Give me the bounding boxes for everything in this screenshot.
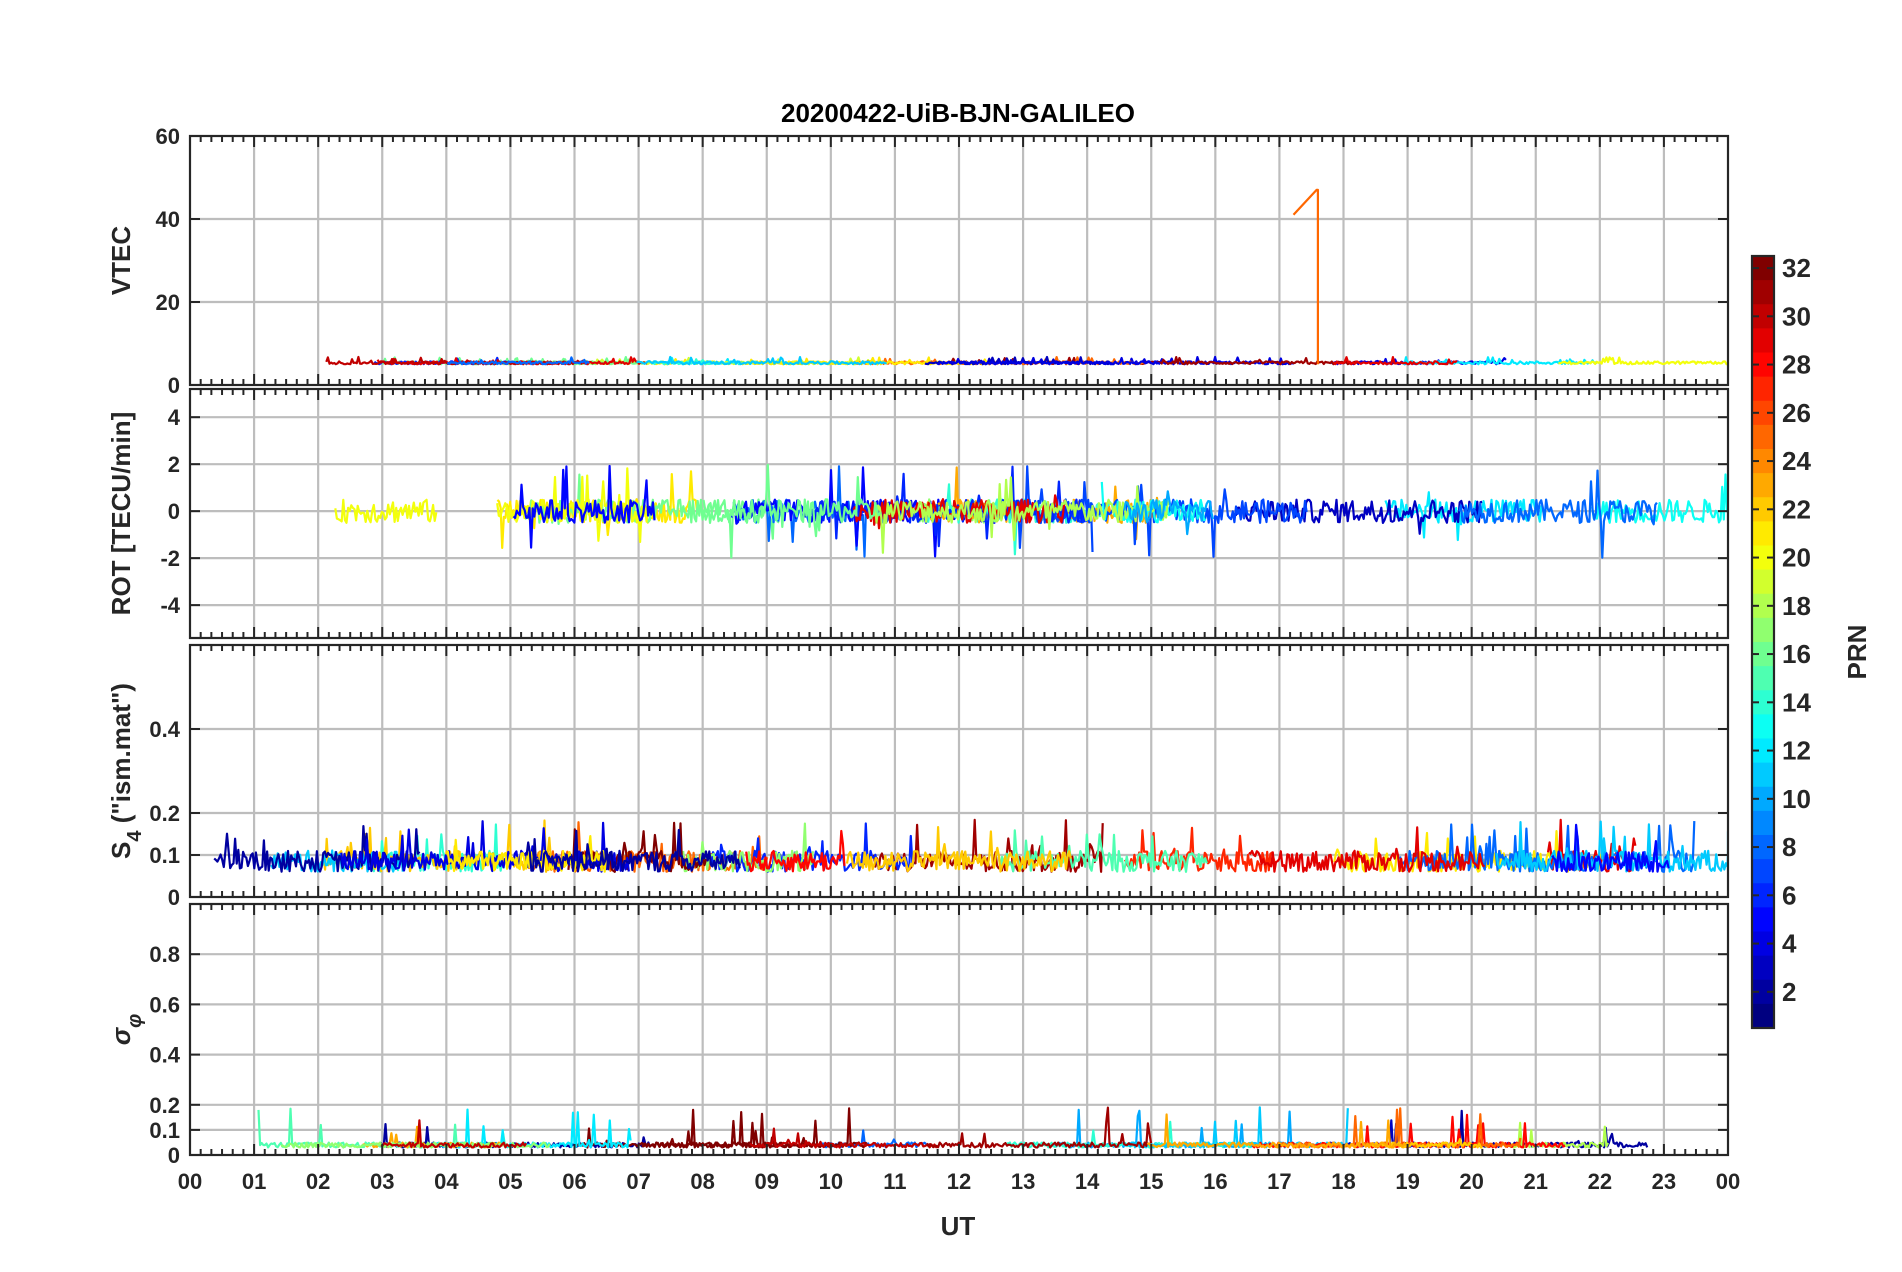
x-axis-label: UT: [941, 1211, 976, 1241]
x-tick-label: 00: [178, 1169, 202, 1194]
colorbar-tick-label: 6: [1782, 880, 1796, 910]
figure: 20200422-UiB-BJN-GALILEO 0204060VTEC-4-2…: [0, 0, 1902, 1272]
x-tick-label: 12: [947, 1169, 971, 1194]
colorbar-swatch: [1752, 569, 1774, 595]
colorbar-swatch: [1752, 955, 1774, 981]
x-tick-label: 22: [1588, 1169, 1612, 1194]
x-tick-label: 11: [883, 1169, 906, 1194]
y-tick-label: 20: [156, 290, 180, 315]
colorbar-label: PRN: [1842, 625, 1872, 680]
y-tick-label: 0.2: [149, 1093, 180, 1118]
colorbar-tick-label: 28: [1782, 350, 1811, 380]
colorbar-swatch: [1752, 617, 1774, 643]
x-tick-label: 15: [1139, 1169, 1163, 1194]
colorbar-swatch: [1752, 280, 1774, 305]
x-tick-label: 04: [434, 1169, 459, 1194]
y-tick-label: 0.1: [149, 1118, 180, 1143]
x-tick-label: 19: [1395, 1169, 1419, 1194]
y-tick-label: 0: [168, 1143, 180, 1168]
y-tick-label: -2: [160, 546, 180, 571]
x-tick-label: 03: [370, 1169, 394, 1194]
colorbar-tick-label: 26: [1782, 398, 1811, 428]
colorbar-tick-label: 12: [1782, 736, 1811, 766]
x-tick-label: 18: [1331, 1169, 1355, 1194]
x-tick-label: 16: [1203, 1169, 1227, 1194]
y-tick-label: 2: [168, 452, 180, 477]
x-tick-label: 01: [242, 1169, 266, 1194]
x-tick-label: 07: [626, 1169, 650, 1194]
colorbar-swatch: [1752, 376, 1774, 402]
chart-title: 20200422-UiB-BJN-GALILEO: [781, 98, 1135, 128]
colorbar-swatch: [1752, 666, 1774, 691]
x-tick-label: 23: [1652, 1169, 1676, 1194]
colorbar-swatch: [1752, 1003, 1774, 1029]
colorbar-tick-label: 16: [1782, 639, 1811, 669]
y-tick-label: 0.6: [149, 992, 180, 1017]
colorbar-tick-label: 2: [1782, 977, 1796, 1007]
x-tick-label: 20: [1459, 1169, 1483, 1194]
colorbar-tick-label: 32: [1782, 253, 1811, 283]
y-tick-label: 0: [168, 885, 180, 910]
x-tick-label: 17: [1267, 1169, 1291, 1194]
colorbar-tick-label: 30: [1782, 301, 1811, 331]
x-tick-label: 06: [562, 1169, 586, 1194]
x-tick-label: 02: [306, 1169, 330, 1194]
colorbar-tick-label: 14: [1782, 687, 1811, 717]
colorbar-tick-label: 24: [1782, 446, 1811, 476]
x-tick-label: 00: [1716, 1169, 1740, 1194]
y-tick-label: 0.4: [149, 717, 180, 742]
x-tick-label: 14: [1075, 1169, 1100, 1194]
colorbar-tick-label: 22: [1782, 494, 1811, 524]
colorbar-swatch: [1752, 328, 1774, 354]
x-tick-label: 10: [819, 1169, 843, 1194]
colorbar-swatch: [1752, 907, 1774, 933]
y-axis-label: VTEC: [106, 226, 136, 296]
y-tick-label: 60: [156, 124, 180, 149]
y-tick-label: 0: [168, 373, 180, 398]
x-tick-label: 09: [755, 1169, 779, 1194]
colorbar-tick-label: 4: [1782, 929, 1797, 959]
x-tick-label: 08: [690, 1169, 714, 1194]
y-tick-label: 0.8: [149, 942, 180, 967]
colorbar-swatch: [1752, 859, 1774, 884]
colorbar-swatch: [1752, 473, 1774, 498]
x-tick-label: 05: [498, 1169, 522, 1194]
x-tick-label: 21: [1524, 1169, 1548, 1194]
y-tick-label: 0.4: [149, 1043, 180, 1068]
y-axis-label: ROT [TECU/min]: [106, 412, 136, 616]
colorbar-swatch: [1752, 762, 1774, 788]
x-tick-label: 13: [1011, 1169, 1035, 1194]
y-tick-label: 0: [168, 499, 180, 524]
colorbar-tick-label: 20: [1782, 543, 1811, 573]
colorbar-tick-label: 10: [1782, 784, 1811, 814]
colorbar-swatch: [1752, 424, 1774, 450]
y-tick-label: 40: [156, 207, 180, 232]
colorbar-tick-label: 18: [1782, 591, 1811, 621]
colorbar-swatch: [1752, 714, 1774, 740]
colorbar-swatch: [1752, 521, 1774, 547]
y-tick-label: 4: [168, 405, 181, 430]
colorbar-tick-label: 8: [1782, 832, 1796, 862]
y-tick-label: 0.1: [149, 843, 180, 868]
colorbar-swatch: [1752, 810, 1774, 836]
y-tick-label: -4: [160, 593, 180, 618]
y-tick-label: 0.2: [149, 801, 180, 826]
